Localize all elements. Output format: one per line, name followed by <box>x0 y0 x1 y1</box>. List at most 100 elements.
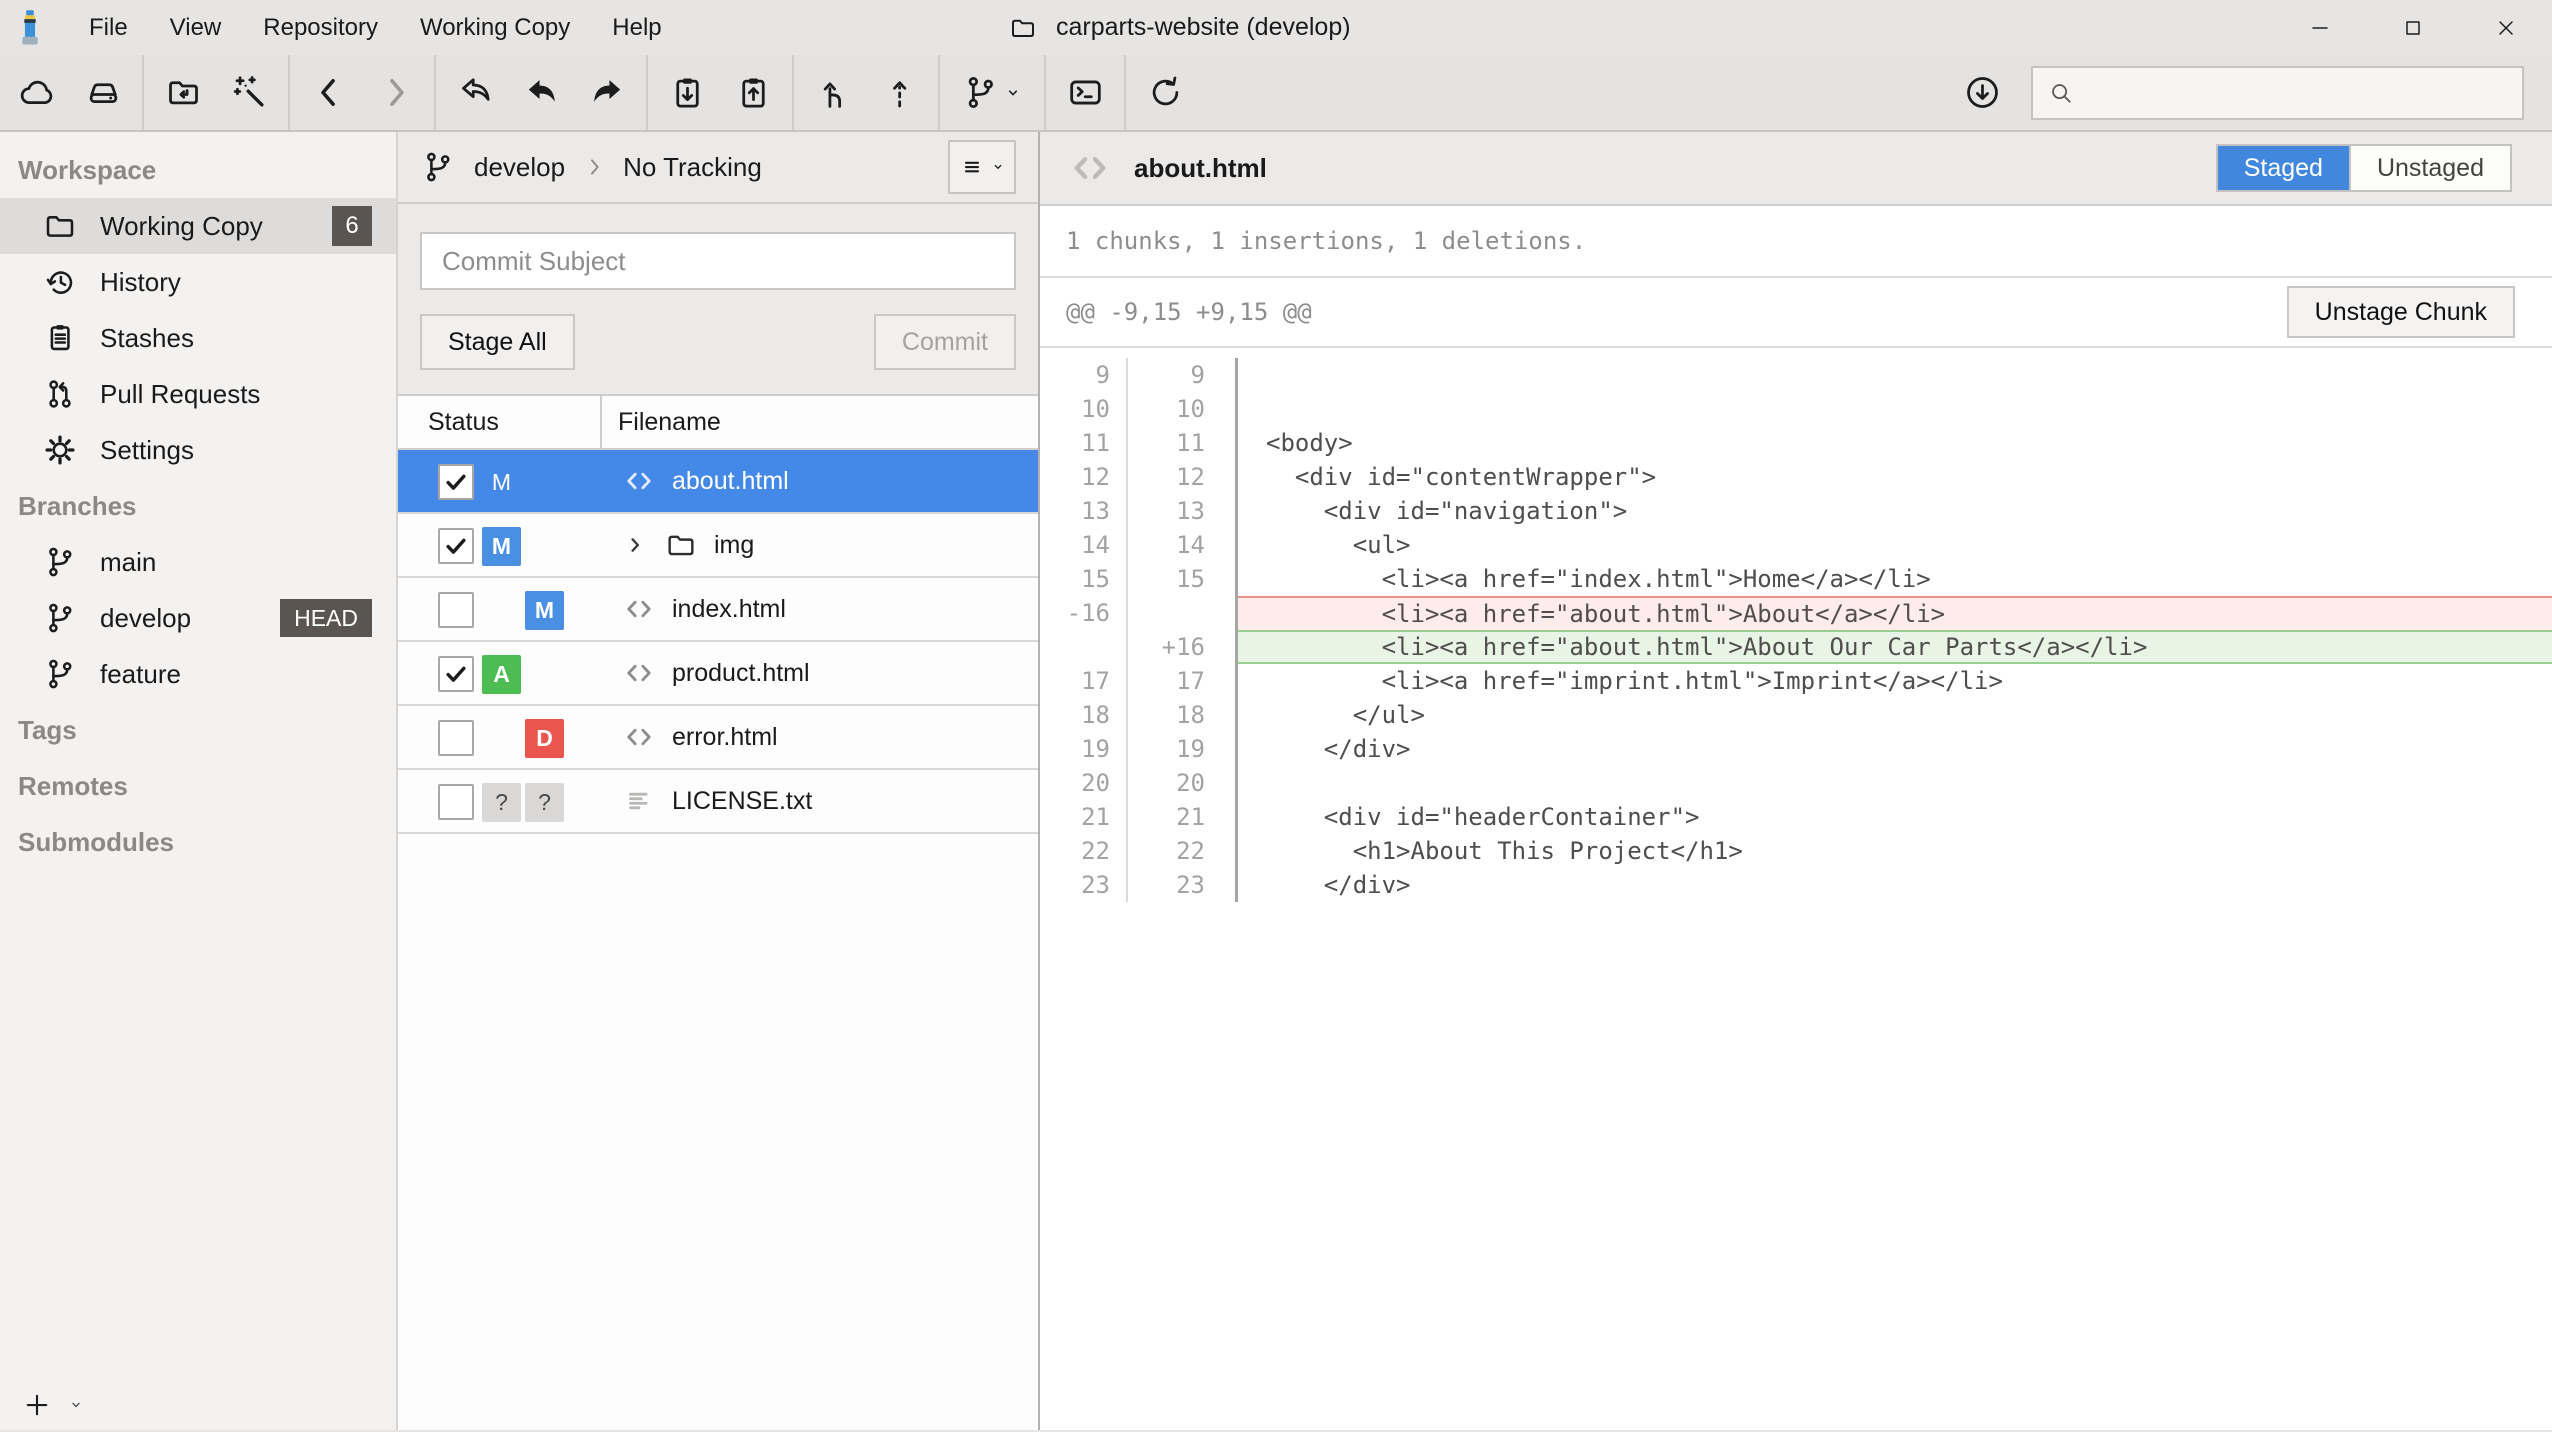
filename-column-header[interactable]: Filename <box>602 408 721 437</box>
folder-icon <box>664 528 698 562</box>
new-line-number: 17 <box>1128 664 1238 698</box>
toolbar-separator <box>646 55 648 130</box>
menu-repository[interactable]: Repository <box>242 0 399 55</box>
sidebar-item-working-copy[interactable]: Working Copy 6 <box>0 198 396 254</box>
stage-checkbox[interactable] <box>438 784 474 820</box>
sidebar-item-history[interactable]: History <box>0 254 396 310</box>
new-line-number <box>1128 596 1238 630</box>
sidebar-item-settings[interactable]: Settings <box>0 422 396 478</box>
quick-actions-button[interactable] <box>216 60 282 126</box>
menu-view[interactable]: View <box>149 0 243 55</box>
sidebar-item-label: Stashes <box>100 323 194 354</box>
file-row-img[interactable]: M img <box>398 514 1038 578</box>
menu-help[interactable]: Help <box>591 0 682 55</box>
unstage-chunk-button[interactable]: Unstage Chunk <box>2287 286 2515 338</box>
file-row-error-html[interactable]: D error.html <box>398 706 1038 770</box>
sidebar-branch-main[interactable]: main <box>0 534 396 590</box>
code-text: </ul> <box>1238 698 2552 732</box>
sidebar-branch-develop[interactable]: develop HEAD <box>0 590 396 646</box>
forward-button[interactable] <box>362 60 428 126</box>
chevron-right-icon <box>376 73 415 112</box>
section-remotes[interactable]: Remotes <box>0 758 396 814</box>
sidebar-item-pull-requests[interactable]: Pull Requests <box>0 366 396 422</box>
commit-button[interactable]: Commit <box>874 314 1016 370</box>
local-drive-button[interactable] <box>70 60 136 126</box>
stage-all-button[interactable]: Stage All <box>420 314 575 370</box>
window-title: carparts-website (develop) <box>1008 0 1351 55</box>
tab-staged[interactable]: Staged <box>2218 146 2349 190</box>
chevron-down-icon[interactable] <box>66 1395 86 1415</box>
old-line-number: 12 <box>1040 460 1128 494</box>
old-line-number: 11 <box>1040 426 1128 460</box>
rebase-button[interactable] <box>866 60 932 126</box>
branch-bar: develop No Tracking <box>398 132 1038 204</box>
stash-apply-button[interactable] <box>654 60 720 126</box>
main-area: Workspace Working Copy 6 History Stashes… <box>0 132 2552 1430</box>
commit-subject-input[interactable] <box>420 232 1016 290</box>
plus-icon[interactable] <box>22 1390 52 1420</box>
undo-button[interactable] <box>508 60 574 126</box>
terminal-button[interactable] <box>1052 60 1118 126</box>
section-tags[interactable]: Tags <box>0 702 396 758</box>
refresh-button[interactable] <box>1132 60 1198 126</box>
minimize-button[interactable] <box>2273 0 2366 55</box>
code-file-icon <box>1068 146 1112 190</box>
code-text: <div id="contentWrapper"> <box>1238 460 2552 494</box>
branch-dropdown-button[interactable] <box>946 60 1038 126</box>
expand-chevron-icon[interactable] <box>622 532 648 558</box>
code-text <box>1238 358 2552 392</box>
sidebar-branch-feature[interactable]: feature <box>0 646 396 702</box>
text-file-icon <box>622 784 656 818</box>
old-line-number: 18 <box>1040 698 1128 732</box>
file-row-index-html[interactable]: M index.html <box>398 578 1038 642</box>
fetch-button[interactable] <box>1949 60 2015 126</box>
tab-unstaged[interactable]: Unstaged <box>2349 146 2510 190</box>
file-row-product-html[interactable]: A product.html <box>398 642 1038 706</box>
stash-save-button[interactable] <box>720 60 786 126</box>
file-name: img <box>714 531 754 560</box>
commit-pane: develop No Tracking Stage All Commit Sta… <box>398 132 1040 1430</box>
stage-checkbox[interactable] <box>438 464 474 500</box>
cloud-button[interactable] <box>4 60 70 126</box>
code-text: <li><a href="about.html">About</a></li> <box>1238 596 2552 630</box>
branch-options-button[interactable] <box>948 140 1016 194</box>
open-repository-button[interactable] <box>150 60 216 126</box>
search-box <box>2031 66 2524 120</box>
file-table-header: Status Filename <box>398 396 1038 450</box>
undo-arrow-icon <box>522 73 561 112</box>
maximize-button[interactable] <box>2366 0 2459 55</box>
sidebar-item-label: Working Copy <box>100 211 263 242</box>
old-line-number: 13 <box>1040 494 1128 528</box>
old-line-number: -16 <box>1040 596 1128 630</box>
sidebar-item-label: History <box>100 267 181 298</box>
sidebar-item-stashes[interactable]: Stashes <box>0 310 396 366</box>
toolbar-separator <box>142 55 144 130</box>
staged-status-badge: M <box>482 463 521 502</box>
file-table: Status Filename M about.html M img <box>398 394 1038 1430</box>
current-branch: develop <box>474 152 565 183</box>
code-text <box>1238 766 2552 800</box>
new-line-number: 19 <box>1128 732 1238 766</box>
file-name-cell: LICENSE.txt <box>622 770 812 832</box>
code-file-icon <box>622 464 656 498</box>
new-line-number: 20 <box>1128 766 1238 800</box>
search-input[interactable] <box>2031 66 2524 120</box>
stage-checkbox[interactable] <box>438 656 474 692</box>
section-submodules[interactable]: Submodules <box>0 814 396 870</box>
file-name-cell: index.html <box>622 578 786 640</box>
stage-checkbox[interactable] <box>438 528 474 564</box>
diff-line: 1414 <ul> <box>1040 528 2552 562</box>
menu-working-copy[interactable]: Working Copy <box>399 0 591 55</box>
chevron-down-icon <box>1002 82 1024 104</box>
stage-checkbox[interactable] <box>438 720 474 756</box>
menu-file[interactable]: File <box>68 0 149 55</box>
file-row-about-html[interactable]: M about.html <box>398 450 1038 514</box>
close-button[interactable] <box>2459 0 2552 55</box>
discard-button[interactable] <box>442 60 508 126</box>
merge-button[interactable] <box>800 60 866 126</box>
back-button[interactable] <box>296 60 362 126</box>
status-column-header[interactable]: Status <box>398 396 602 448</box>
stage-checkbox[interactable] <box>438 592 474 628</box>
redo-button[interactable] <box>574 60 640 126</box>
file-row-license-txt[interactable]: ? ? LICENSE.txt <box>398 770 1038 834</box>
